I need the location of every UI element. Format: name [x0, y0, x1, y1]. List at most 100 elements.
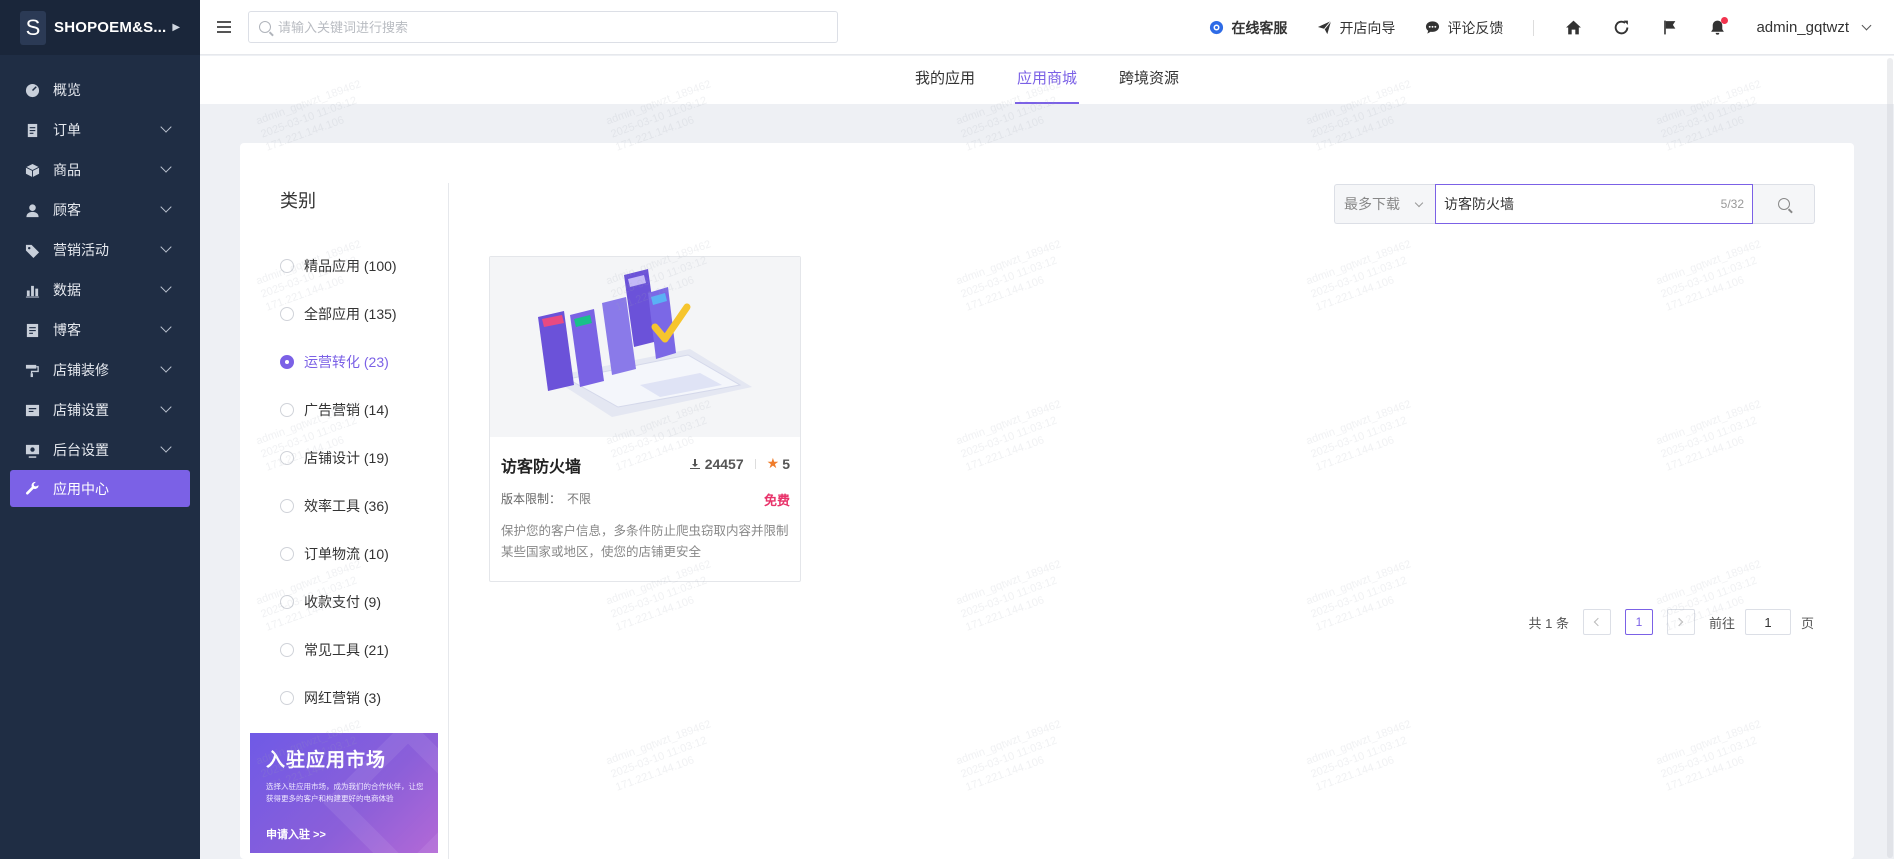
- goto-page-input[interactable]: [1744, 609, 1791, 635]
- tab-2[interactable]: 跨境资源: [1117, 56, 1181, 104]
- sort-select[interactable]: 最多下载: [1334, 184, 1435, 224]
- page-number-current[interactable]: 1: [1624, 609, 1653, 635]
- category-label: 网红营销 (3): [304, 690, 381, 706]
- chevron-down-icon: [160, 321, 172, 333]
- version-limit: 版本限制： 不限: [501, 490, 591, 507]
- category-label: 精品应用 (100): [304, 258, 397, 274]
- chevron-down-icon: [1414, 198, 1424, 208]
- brand-name: SHOPOEM&S...: [54, 19, 167, 36]
- apply-join-link[interactable]: 申请入驻 >>: [266, 826, 326, 842]
- sidebar-item-label: 数据: [53, 282, 81, 298]
- app-stats: 24457 ★ 5: [689, 455, 790, 472]
- tab-0[interactable]: 我的应用: [913, 56, 977, 104]
- order-icon: [24, 122, 40, 138]
- keyword-field[interactable]: 5/32: [1435, 184, 1753, 224]
- category-item[interactable]: 效率工具 (36): [280, 482, 397, 530]
- bell-icon[interactable]: [1708, 16, 1729, 37]
- scrollbar-thumb[interactable]: [1887, 58, 1893, 858]
- blog-icon: [24, 322, 40, 338]
- sidebar-item-9[interactable]: 后台设置: [0, 430, 200, 470]
- chevron-left-icon: [1594, 617, 1603, 627]
- keyword-char-count: 5/32: [1720, 197, 1744, 211]
- category-item[interactable]: 店铺设计 (19): [280, 434, 397, 482]
- category-label: 常见工具 (21): [304, 642, 389, 658]
- radio-button[interactable]: [280, 691, 294, 705]
- category-item[interactable]: 广告营销 (14): [280, 386, 397, 434]
- brand-switcher[interactable]: S SHOPOEM&S... ▶: [0, 0, 200, 55]
- sidebar-item-1[interactable]: 订单: [0, 110, 200, 150]
- banner-title: 入驻应用市场: [266, 750, 387, 771]
- chevron-down-icon: [160, 121, 172, 133]
- download-count: 24457: [689, 456, 744, 472]
- radio-button[interactable]: [280, 547, 294, 561]
- sidebar-item-3[interactable]: 顾客: [0, 190, 200, 230]
- search-button[interactable]: [1753, 184, 1815, 224]
- category-item[interactable]: 运营转化 (23): [280, 338, 397, 386]
- sidebar-item-0[interactable]: 概览: [0, 70, 200, 110]
- keyword-input[interactable]: [1444, 196, 1704, 212]
- category-label: 效率工具 (36): [304, 498, 389, 514]
- feedback-label: 评论反馈: [1447, 19, 1504, 36]
- radio-button[interactable]: [280, 451, 294, 465]
- category-item[interactable]: 网红营销 (3): [280, 674, 397, 722]
- app-tabs: 我的应用 应用商城 跨境资源: [200, 56, 1894, 104]
- tab-1[interactable]: 应用商城: [1014, 56, 1079, 104]
- search-input[interactable]: [278, 19, 798, 35]
- prev-page-button[interactable]: [1582, 609, 1611, 635]
- global-search[interactable]: [248, 11, 838, 43]
- radio-button[interactable]: [280, 355, 294, 369]
- user-menu[interactable]: admin_gqtwzt: [1756, 19, 1849, 36]
- sidebar-item-4[interactable]: 营销活动: [0, 230, 200, 270]
- product-icon: [24, 162, 40, 178]
- sidebar-item-10[interactable]: 应用中心: [10, 470, 190, 507]
- app-card[interactable]: 访客防火墙 24457 ★ 5 版本限制： 不限 免费 保护您的客户信息，多条件防…: [489, 256, 801, 582]
- store-guide-label: 开店向导: [1339, 19, 1396, 36]
- sidebar-item-label: 商品: [53, 162, 81, 178]
- chart-icon: [24, 282, 40, 298]
- radio-button[interactable]: [280, 499, 294, 513]
- version-limit-value: 不限: [567, 492, 592, 506]
- online-support-link[interactable]: 在线客服: [1209, 18, 1287, 38]
- sidebar-item-8[interactable]: 店铺设置: [0, 390, 200, 430]
- flag-icon[interactable]: [1660, 19, 1678, 37]
- sidebar-item-label: 应用中心: [53, 480, 109, 497]
- goto-prefix: 前往: [1708, 615, 1735, 631]
- category-item[interactable]: 常见工具 (21): [280, 626, 397, 674]
- sidebar-item-5[interactable]: 数据: [0, 270, 200, 310]
- radio-button[interactable]: [280, 595, 294, 609]
- chevron-down-icon[interactable]: [1861, 20, 1872, 31]
- home-icon[interactable]: [1564, 19, 1582, 37]
- page-scrollbar[interactable]: [1886, 56, 1894, 859]
- category-item[interactable]: 精品应用 (100): [280, 242, 397, 290]
- notification-dot: [1721, 16, 1729, 24]
- sidebar-item-label: 博客: [53, 322, 81, 338]
- category-title: 类别: [280, 191, 316, 211]
- join-market-banner[interactable]: 入驻应用市场 选择入驻应用市场，成为我们的合作伙伴，让您获得更多的客户和构建更好…: [250, 733, 438, 853]
- radio-button[interactable]: [280, 403, 294, 417]
- category-item[interactable]: 收款支付 (9): [280, 578, 397, 626]
- refresh-icon[interactable]: [1612, 19, 1630, 37]
- feedback-link[interactable]: 评论反馈: [1425, 18, 1503, 38]
- sidebar-item-6[interactable]: 博客: [0, 310, 200, 350]
- radio-button[interactable]: [280, 259, 294, 273]
- sidebar-item-7[interactable]: 店铺装修: [0, 350, 200, 390]
- sidebar-item-2[interactable]: 商品: [0, 150, 200, 190]
- category-item[interactable]: 全部应用 (135): [280, 290, 397, 338]
- menu-toggle-icon[interactable]: [217, 21, 231, 33]
- sidebar-item-label: 后台设置: [53, 442, 109, 458]
- divider: [754, 458, 756, 469]
- paint-roller-icon: [24, 362, 40, 378]
- category-label: 订单物流 (10): [304, 546, 389, 562]
- store-guide-link[interactable]: 开店向导: [1317, 18, 1395, 38]
- radio-button[interactable]: [280, 643, 294, 657]
- banner-description: 选择入驻应用市场，成为我们的合作伙伴，让您获得更多的客户和构建更好的电商体验: [266, 782, 424, 803]
- chevron-down-icon: [160, 281, 172, 293]
- rating-value: 5: [782, 455, 790, 472]
- radio-button[interactable]: [280, 307, 294, 321]
- chevron-down-icon: [160, 161, 172, 173]
- online-support-label: 在线客服: [1231, 19, 1288, 36]
- app-name: 访客防火墙: [501, 459, 582, 476]
- category-item[interactable]: 订单物流 (10): [280, 530, 397, 578]
- brand-logo: S: [20, 10, 46, 45]
- next-page-button[interactable]: [1666, 609, 1695, 635]
